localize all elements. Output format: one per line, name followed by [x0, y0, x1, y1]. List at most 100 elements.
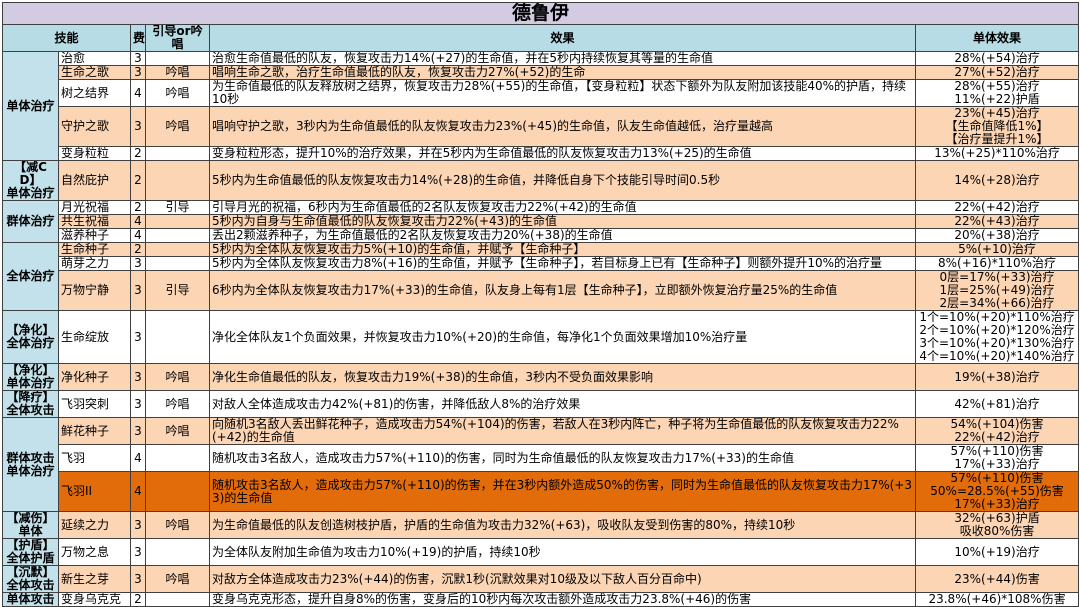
skill-name-cell: 变身粒粒: [58, 146, 131, 161]
cost-cell: 4: [130, 79, 146, 107]
cost-cell: 2: [130, 242, 146, 257]
skill-name-cell: 变身乌克克: [58, 592, 131, 607]
column-header-effect: 效果: [209, 24, 916, 52]
skill-name-cell: 飞羽II: [58, 471, 131, 512]
skill-group-cell: 单体治疗: [2, 51, 59, 161]
channel-cell-empty-diagonal: [145, 444, 210, 472]
cost-cell: 3: [130, 417, 146, 445]
skill-group-cell: 【护盾】 全体护盾: [2, 538, 59, 566]
skill-row: 生命之歌 3 吟唱 唱响生命之歌，治疗生命值最低的队友，恢复攻击力27%(+52)的生…: [3, 65, 1080, 80]
skill-row: 全体治疗 生命种子 2 5秒内为全体队友恢复攻击力5%(+10)的生命值，并赋予【生命…: [2, 242, 1080, 311]
channel-cell: 吟唱: [145, 106, 210, 147]
cost-cell: 4: [130, 471, 146, 512]
skill-row: 【减伤】 单体 延续之力 3 吟唱 为生命值最低的队友创造树枝护盾，护盾的生命值为攻击力…: [2, 511, 1080, 539]
skill-group-cell: 【净化】 单体治疗: [2, 363, 59, 391]
cost-cell: 3: [130, 310, 146, 364]
skill-row: 萌芽之力 3 5秒内为全体队友恢复攻击力8%(+16)的生命值，并赋予【生命种子】，…: [3, 256, 1080, 271]
skill-row: 共生祝福 4 5秒内为自身与生命值最低的队友恢复攻击力22%(+43)的生命值 22%…: [3, 214, 1080, 229]
channel-cell-empty-diagonal: [145, 310, 210, 364]
cost-cell: 3: [130, 106, 146, 147]
single-effect-cell: 28%(+54)治疗: [914, 51, 1080, 66]
skill-row: 【减CD】 单体治疗 自然庇护 2 5秒内为生命值最低的队友恢复攻击力14%(+28)…: [2, 160, 1080, 201]
cost-cell: 3: [130, 390, 146, 418]
skill-name-cell: 飞羽突刺: [58, 390, 131, 418]
single-effect-cell: 22%(+42)治疗: [914, 200, 1080, 215]
effect-cell: 净化全体队友1个负面效果，并恢复攻击力10%(+20)的生命值，每净化1个负面效…: [209, 310, 916, 364]
single-effect-cell: 5%(+10)治疗: [914, 242, 1080, 257]
single-effect-cell: 57%(+110)伤害 50%=28.5%(+55)伤害 17%(+33)治疗: [914, 471, 1080, 512]
effect-cell: 向随机3名敌人丢出鲜花种子，造成攻击力54%(+104)的伤害，若敌人在3秒内阵…: [209, 417, 916, 445]
cost-cell: 3: [130, 65, 146, 80]
single-effect-cell: 54%(+104)伤害 22%(+42)治疗: [914, 417, 1080, 445]
skill-row: 群体治疗 月光祝福 2 引导 引导月光的祝福，6秒内为生命值最低的2名队友恢复攻击力22…: [2, 200, 1080, 243]
cost-cell: 3: [130, 270, 146, 311]
effect-cell: 丢出2颗滋养种子，为生命值最低的2名队友恢复攻击力20%(+38)的生命值: [209, 228, 916, 243]
cost-cell: 2: [130, 200, 146, 215]
skill-row: 守护之歌 3 吟唱 唱响守护之歌，3秒内为生命值最低的队友恢复攻击力23%(+45)的…: [3, 106, 1080, 147]
single-effect-cell: 1个=10%(+20)*110%治疗 2个=10%(+20)*120%治疗 3个…: [914, 310, 1080, 364]
skill-group-cell: 单体攻击: [2, 592, 59, 607]
cost-cell: 3: [130, 363, 146, 391]
single-effect-cell: 10%(+19)治疗: [914, 538, 1080, 566]
effect-cell: 唱响守护之歌，3秒内为生命值最低的队友恢复攻击力23%(+45)的生命值，队友生…: [209, 106, 916, 147]
effect-cell: 随机攻击3名敌人，造成攻击力57%(+110)的伤害，同时为生命值最低的队友恢复…: [209, 444, 916, 472]
skill-name-cell: 月光祝福: [58, 200, 131, 215]
single-effect-cell: 13%(+25)*110%治疗: [914, 146, 1080, 161]
single-effect-cell: 22%(+43)治疗: [914, 214, 1080, 229]
skill-name-cell: 生命绽放: [58, 310, 131, 364]
skill-row: 【沉默】 全体攻击 新生之芽 3 吟唱 对敌方全体造成攻击力23%(+44)的伤害，沉默…: [2, 565, 1080, 593]
skill-row: 【净化】 单体治疗 净化种子 3 吟唱 净化生命值最低的队友，恢复攻击力19%(+38)…: [2, 363, 1080, 391]
skill-group-cell: 群体攻击 单体治疗: [2, 417, 59, 512]
channel-cell: 吟唱: [145, 79, 210, 107]
channel-cell: 引导: [145, 270, 210, 311]
skill-row: 【降疗】 全体攻击 飞羽突刺 3 吟唱 对敌人全体造成攻击力42%(+81)的伤害，并降…: [2, 390, 1080, 418]
cost-cell: 2: [130, 160, 146, 201]
single-effect-cell: 8%(+16)*110%治疗: [914, 256, 1080, 271]
skill-name-cell: 共生祝福: [58, 214, 131, 229]
column-header-skill: 技能: [2, 24, 131, 52]
single-effect-cell: 27%(+52)治疗: [914, 65, 1080, 80]
skill-group-cell: 【减CD】 单体治疗: [2, 160, 59, 201]
single-effect-cell: 19%(+38)治疗: [914, 363, 1080, 391]
channel-cell: 引导: [145, 200, 210, 215]
single-effect-cell: 32%(+63)护盾 吸收80%伤害: [914, 511, 1080, 539]
skill-group-cell: 【净化】 全体治疗: [2, 310, 59, 364]
skill-row: 变身粒粒 2 变身粒粒形态，提升10%的治疗效果，并在5秒内为生命值最低的队友恢复攻…: [3, 146, 1080, 161]
effect-cell: 对敌人全体造成攻击力42%(+81)的伤害，并降低敌人8%的治疗效果: [209, 390, 916, 418]
column-header-channel: 引导or吟唱: [145, 24, 210, 52]
skill-name-cell: 守护之歌: [58, 106, 131, 147]
skill-name-cell: 飞羽: [58, 444, 131, 472]
druid-skill-sheet: 德鲁伊 技能 费 引导or吟唱 效果 单体效果 单体治疗 治愈 3 治愈生命值最低的队…: [1, 2, 1080, 607]
channel-cell-empty-diagonal: [145, 242, 210, 257]
column-header-single-effect: 单体效果: [914, 24, 1080, 52]
cost-cell: 4: [130, 444, 146, 472]
skill-row: 飞羽 4 随机攻击3名敌人，造成攻击力57%(+110)的伤害，同时为生命值最低的队…: [3, 444, 1080, 472]
skill-group-cell: 【沉默】 全体攻击: [2, 565, 59, 593]
channel-cell: 吟唱: [145, 363, 210, 391]
skill-name-cell: 万物宁静: [58, 270, 131, 311]
header-row: 技能 费 引导or吟唱 效果 单体效果: [2, 24, 1080, 52]
cost-cell: 4: [130, 214, 146, 229]
skill-name-cell: 净化种子: [58, 363, 131, 391]
skill-row: 【净化】 全体治疗 生命绽放 3 净化全体队友1个负面效果，并恢复攻击力10%(+20…: [2, 310, 1080, 364]
effect-cell: 净化生命值最低的队友，恢复攻击力19%(+38)的生命值，3秒内不受负面效果影响: [209, 363, 916, 391]
single-effect-cell: 28%(+55)治疗 11%(+22)护盾: [914, 79, 1080, 107]
channel-cell-empty-diagonal: [145, 146, 210, 161]
channel-cell: 吟唱: [145, 390, 210, 418]
single-effect-cell: 23.8%(+46)*108%伤害: [914, 592, 1080, 607]
skill-row: 滋养种子 4 丢出2颗滋养种子，为生命值最低的2名队友恢复攻击力20%(+38)的生…: [3, 228, 1080, 243]
skill-group-cell: 群体治疗: [2, 200, 59, 243]
effect-cell: 变身乌克克形态，提升自身8%的伤害，变身后的10秒内每次攻击额外造成攻击力23.…: [209, 592, 916, 607]
skill-row: 单体攻击 变身乌克克 2 变身乌克克形态，提升自身8%的伤害，变身后的10秒内每次攻击…: [2, 592, 1080, 607]
cost-cell: 3: [130, 51, 146, 66]
effect-cell: 5秒内为全体队友恢复攻击力8%(+16)的生命值，并赋予【生命种子】，若目标身上…: [209, 256, 916, 271]
channel-cell-empty-diagonal: [145, 214, 210, 229]
channel-cell-empty-diagonal: [145, 471, 210, 512]
effect-cell: 5秒内为自身与生命值最低的队友恢复攻击力22%(+43)的生命值: [209, 214, 916, 229]
effect-cell: 为全体队友附加生命值为攻击力10%(+19)的护盾，持续10秒: [209, 538, 916, 566]
cost-cell: 3: [130, 538, 146, 566]
effect-cell: 为生命值最低的队友创造树枝护盾，护盾的生命值为攻击力32%(+63)，吸收队友受…: [209, 511, 916, 539]
effect-cell: 变身粒粒形态，提升10%的治疗效果，并在5秒内为生命值最低的队友恢复攻击力13%…: [209, 146, 916, 161]
effect-cell: 对敌方全体造成攻击力23%(+44)的伤害，沉默1秒(沉默效果对10级及以下敌人…: [209, 565, 916, 593]
effect-cell: 引导月光的祝福，6秒内为生命值最低的2名队友恢复攻击力22%(+42)的生命值: [209, 200, 916, 215]
